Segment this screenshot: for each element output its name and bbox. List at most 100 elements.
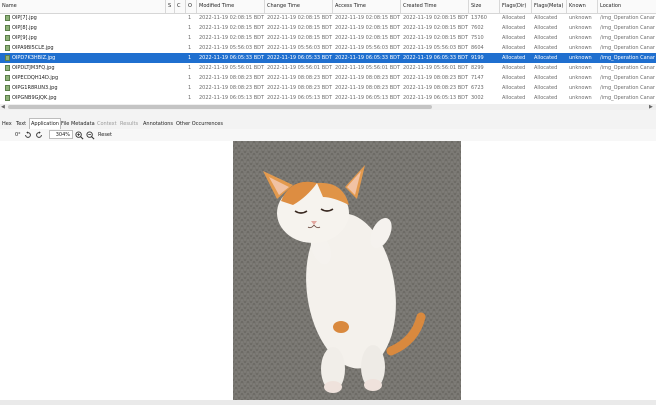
- tab-other-occurrences[interactable]: Other Occurrences: [175, 119, 224, 129]
- cell-flags-meta: Allocated: [534, 75, 558, 81]
- cell-ctime: 2022-11-19 02:08:15 BDT: [267, 25, 333, 31]
- cell-crtime: 2022-11-19 02:08:15 BDT: [403, 25, 469, 31]
- cell-known: unknown: [569, 15, 592, 21]
- image-file-icon: [5, 95, 10, 101]
- cell-flags-meta: Allocated: [534, 65, 558, 71]
- cell-crtime: 2022-11-19 02:08:15 BDT: [403, 35, 469, 41]
- table-row[interactable]: OIPGNB9GJQK.jpg 1 2022-11-19 06:05:13 BDT 2…: [0, 93, 656, 103]
- file-name-cell: OIPECDQH14D.jpg: [0, 73, 166, 83]
- cell-known: unknown: [569, 95, 592, 101]
- column-name[interactable]: Name: [0, 0, 166, 13]
- table-row[interactable]: OIPDLTJM3FQ.jpg 1 2022-11-19 05:56:01 BDT 2…: [0, 63, 656, 73]
- cell-flags-meta: Allocated: [534, 25, 558, 31]
- zoom-in-button[interactable]: [75, 130, 84, 140]
- column-size[interactable]: Size: [469, 0, 500, 13]
- image-file-icon: [5, 75, 10, 81]
- cell-crtime: 2022-11-19 05:56:01 BDT: [403, 65, 469, 71]
- cell-o: 1: [188, 85, 192, 91]
- image-file-icon: [5, 25, 10, 31]
- file-name-cell: OIPD7K3HBIZ.jpg: [0, 53, 166, 63]
- cell-ctime: 2022-11-19 06:05:13 BDT: [267, 95, 333, 101]
- cell-crtime: 2022-11-19 02:08:15 BDT: [403, 15, 469, 21]
- cell-mtime: 2022-11-19 02:08:15 BDT: [199, 15, 265, 21]
- column-change-time[interactable]: Change Time: [265, 0, 333, 13]
- cell-location: /img_Operation Canar: [600, 95, 655, 101]
- column-location[interactable]: Location: [598, 0, 656, 13]
- column-known[interactable]: Known: [567, 0, 598, 13]
- column-o[interactable]: O: [186, 0, 197, 13]
- cell-flags-dir: Allocated: [502, 15, 526, 21]
- rotate-right-button[interactable]: [35, 130, 43, 140]
- file-name: OIP[9].jpg: [12, 35, 37, 41]
- results-table: Name S C O Modified Time Change Time Acc…: [0, 0, 656, 104]
- table-row[interactable]: OIP[7].jpg 1 2022-11-19 02:08:15 BDT 2022-1…: [0, 13, 656, 23]
- zoom-out-icon: [86, 131, 95, 140]
- file-name-cell: OIPG1R8RUN3.jpg: [0, 83, 166, 93]
- tab-text[interactable]: Text: [15, 119, 27, 129]
- cell-flags-meta: Allocated: [534, 35, 558, 41]
- table-row[interactable]: OIP[9].jpg 1 2022-11-19 02:08:15 BDT 2022-1…: [0, 33, 656, 43]
- cell-mtime: 2022-11-19 05:56:01 BDT: [199, 65, 265, 71]
- tab-file-metadata[interactable]: File Metadata: [60, 119, 96, 129]
- cell-o: 1: [188, 25, 192, 31]
- column-access-time[interactable]: Access Time: [333, 0, 401, 13]
- tab-hex[interactable]: Hex: [1, 119, 13, 129]
- column-s[interactable]: S: [166, 0, 175, 13]
- cell-ctime: 2022-11-19 06:05:33 BDT: [267, 55, 333, 61]
- cell-atime: 2022-11-19 08:08:23 BDT: [335, 85, 401, 91]
- column-c[interactable]: C: [175, 0, 186, 13]
- rotate-left-button[interactable]: [24, 130, 32, 140]
- cell-atime: 2022-11-19 02:08:15 BDT: [335, 25, 401, 31]
- cell-flags-dir: Allocated: [502, 65, 526, 71]
- cell-location: /img_Operation Canar: [600, 65, 655, 71]
- table-header: Name S C O Modified Time Change Time Acc…: [0, 0, 656, 14]
- column-flags-dir[interactable]: Flags(Dir): [500, 0, 532, 13]
- column-created-time[interactable]: Created Time: [401, 0, 469, 13]
- reset-button[interactable]: Reset: [98, 130, 112, 140]
- zoom-out-button[interactable]: [86, 130, 95, 140]
- cell-location: /img_Operation Canar: [600, 45, 655, 51]
- tab-annotations[interactable]: Annotations: [142, 119, 174, 129]
- scrollbar-thumb[interactable]: [8, 105, 432, 109]
- cell-size: 8299: [471, 65, 484, 71]
- image-file-icon: [5, 85, 10, 91]
- image-file-icon: [5, 45, 10, 51]
- file-name-cell: OIPGNB9GJQK.jpg: [0, 93, 166, 103]
- tab-application[interactable]: Application: [29, 118, 61, 129]
- cell-flags-meta: Allocated: [534, 15, 558, 21]
- cell-location: /img_Operation Canar: [600, 25, 655, 31]
- table-row[interactable]: OIPA9BI5CLE.jpg 1 2022-11-19 05:56:03 BDT 2…: [0, 43, 656, 53]
- cell-o: 1: [188, 15, 192, 21]
- zoom-level-field[interactable]: 304%: [49, 130, 73, 139]
- cell-atime: 2022-11-19 05:56:01 BDT: [335, 65, 401, 71]
- cell-mtime: 2022-11-19 08:08:23 BDT: [199, 75, 265, 81]
- cell-size: 7510: [471, 35, 484, 41]
- column-modified-time[interactable]: Modified Time: [197, 0, 265, 13]
- table-row[interactable]: OIPG1R8RUN3.jpg 1 2022-11-19 08:08:23 BDT 2…: [0, 83, 656, 93]
- rotate-left-icon: [25, 131, 31, 138]
- cell-size: 7602: [471, 25, 484, 31]
- cell-flags-meta: Allocated: [534, 95, 558, 101]
- tab-context: Context: [97, 121, 117, 127]
- column-flags-meta[interactable]: Flags(Meta): [532, 0, 567, 13]
- cell-atime: 2022-11-19 02:08:15 BDT: [335, 15, 401, 21]
- cell-flags-dir: Allocated: [502, 45, 526, 51]
- cell-flags-dir: Allocated: [502, 75, 526, 81]
- cell-ctime: 2022-11-19 08:08:23 BDT: [267, 85, 333, 91]
- table-row[interactable]: OIPECDQH14D.jpg 1 2022-11-19 08:08:23 BDT 2…: [0, 73, 656, 83]
- cell-size: 7147: [471, 75, 484, 81]
- cell-crtime: 2022-11-19 06:05:13 BDT: [403, 95, 469, 101]
- cell-mtime: 2022-11-19 08:08:23 BDT: [199, 85, 265, 91]
- cell-location: /img_Operation Canar: [600, 35, 655, 41]
- table-row[interactable]: OIP[8].jpg 1 2022-11-19 02:08:15 BDT 2022-1…: [0, 23, 656, 33]
- cell-mtime: 2022-11-19 06:05:33 BDT: [199, 55, 265, 61]
- file-name: OIPA9BI5CLE.jpg: [12, 45, 54, 51]
- cell-crtime: 2022-11-19 08:08:23 BDT: [403, 75, 469, 81]
- cell-o: 1: [188, 75, 192, 81]
- rotation-value: 0°: [15, 132, 21, 138]
- cell-mtime: 2022-11-19 05:56:03 BDT: [199, 45, 265, 51]
- table-row[interactable]: OIPD7K3HBIZ.jpg 1 2022-11-19 06:05:33 BDT 2…: [0, 53, 656, 63]
- cell-known: unknown: [569, 55, 592, 61]
- cell-crtime: 2022-11-19 05:56:03 BDT: [403, 45, 469, 51]
- cell-mtime: 2022-11-19 02:08:15 BDT: [199, 25, 265, 31]
